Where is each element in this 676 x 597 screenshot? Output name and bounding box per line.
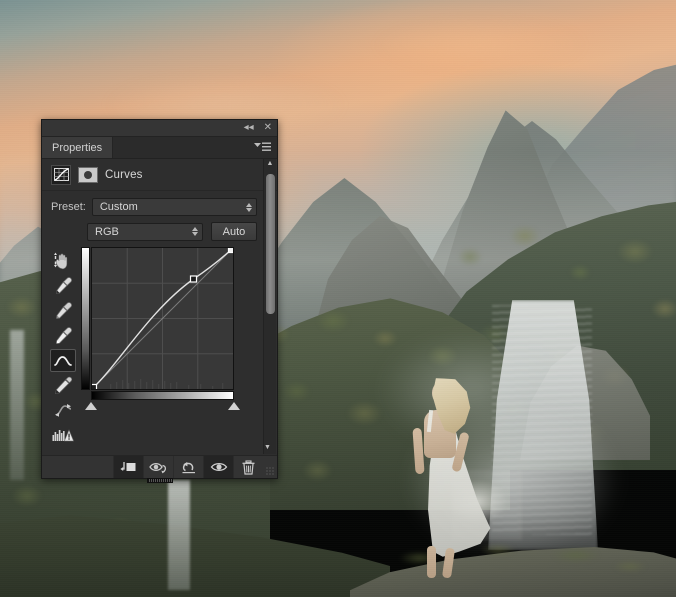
gray-point-eyedropper[interactable] bbox=[50, 299, 76, 322]
curves-body bbox=[42, 247, 277, 447]
delete-layer-button[interactable] bbox=[233, 456, 263, 478]
figure-leg-left bbox=[427, 546, 436, 578]
mask-dot-icon bbox=[84, 171, 92, 179]
preset-spinner-icon bbox=[246, 203, 252, 212]
eyedropper-black-icon bbox=[54, 276, 73, 295]
curves-grid[interactable] bbox=[91, 247, 234, 390]
smooth-curve-tool[interactable] bbox=[50, 399, 76, 422]
tab-properties[interactable]: Properties bbox=[42, 137, 113, 158]
preset-row: Preset: Custom bbox=[42, 191, 277, 222]
clip-to-layer-icon bbox=[120, 460, 138, 474]
reset-arrow-icon bbox=[180, 460, 198, 475]
smooth-curve-arrows-icon bbox=[53, 403, 73, 418]
panel-resize-grip[interactable] bbox=[263, 456, 277, 478]
curves-adjustment-icon[interactable] bbox=[51, 165, 71, 185]
clipping-warning-icon bbox=[52, 428, 74, 443]
properties-panel: ◂◂ ✕ Properties bbox=[41, 119, 278, 479]
channel-row: RGB Auto bbox=[42, 222, 277, 247]
black-point-slider[interactable] bbox=[85, 402, 97, 410]
auto-button[interactable]: Auto bbox=[211, 222, 257, 241]
adjustment-title: Curves bbox=[105, 169, 143, 181]
toggle-previous-state-button[interactable] bbox=[143, 456, 173, 478]
clipping-slider-bar[interactable] bbox=[91, 402, 234, 412]
thin-waterfall-left bbox=[10, 330, 24, 480]
resize-grip-dots-icon bbox=[266, 467, 275, 476]
curve-s-icon bbox=[54, 354, 72, 368]
scrollbar-thumb[interactable] bbox=[266, 174, 275, 314]
targeted-adjustment-tool[interactable] bbox=[50, 249, 76, 272]
hamburger-menu-icon bbox=[254, 142, 271, 153]
panel-titlebar[interactable]: ◂◂ ✕ bbox=[42, 120, 277, 137]
close-icon[interactable]: ✕ bbox=[264, 123, 272, 133]
panel-bottom-handle[interactable] bbox=[147, 478, 173, 483]
scrollbar-track[interactable]: ▼ bbox=[264, 170, 276, 454]
cloud-band-right bbox=[330, 10, 630, 80]
toggle-visibility-button[interactable] bbox=[203, 456, 233, 478]
adjustment-header: Curves bbox=[42, 159, 277, 191]
layer-mask-thumbnail[interactable] bbox=[78, 167, 98, 183]
edit-points-curve-tool[interactable] bbox=[50, 349, 76, 372]
preset-dropdown[interactable]: Custom bbox=[92, 198, 257, 216]
clip-to-layer-button[interactable] bbox=[113, 456, 143, 478]
curves-tool-strip bbox=[45, 247, 81, 447]
panel-menu-button[interactable] bbox=[248, 137, 277, 158]
channel-dropdown[interactable]: RGB bbox=[87, 223, 203, 241]
eyedropper-gray-icon bbox=[54, 301, 73, 320]
scroll-up-arrow-icon[interactable]: ▲ bbox=[267, 159, 274, 170]
panel-tabstrip: Properties bbox=[42, 137, 277, 159]
preset-value: Custom bbox=[100, 201, 246, 213]
trash-icon bbox=[241, 460, 256, 475]
pencil-icon bbox=[54, 376, 73, 395]
output-gradient-strip bbox=[81, 247, 90, 390]
channel-value: RGB bbox=[95, 226, 192, 238]
eye-previous-state-icon bbox=[149, 460, 169, 474]
rock-ledge-moss bbox=[360, 530, 660, 597]
clipping-warning-toggle[interactable] bbox=[50, 424, 76, 447]
channel-spinner-icon bbox=[192, 227, 198, 236]
white-point-slider[interactable] bbox=[228, 402, 240, 410]
collapse-to-icons-icon[interactable]: ◂◂ bbox=[244, 123, 254, 133]
eyedropper-white-icon bbox=[54, 326, 73, 345]
preset-label: Preset: bbox=[51, 201, 86, 213]
tabstrip-filler bbox=[113, 137, 248, 158]
hand-pointer-icon bbox=[53, 252, 73, 270]
curves-plot[interactable] bbox=[92, 248, 233, 389]
small-waterfall-foreground bbox=[168, 480, 190, 590]
curves-glyph-icon bbox=[54, 168, 69, 181]
eye-visibility-icon bbox=[210, 461, 228, 473]
white-point-eyedropper[interactable] bbox=[50, 324, 76, 347]
input-gradient-strip bbox=[91, 391, 234, 400]
reset-adjustment-button[interactable] bbox=[173, 456, 203, 478]
panel-footer bbox=[42, 455, 277, 478]
pencil-draw-curve-tool[interactable] bbox=[50, 374, 76, 397]
black-point-eyedropper[interactable] bbox=[50, 274, 76, 297]
scroll-down-arrow-icon[interactable]: ▼ bbox=[264, 443, 271, 454]
panel-vertical-scrollbar[interactable]: ▲ ▼ bbox=[263, 159, 276, 454]
